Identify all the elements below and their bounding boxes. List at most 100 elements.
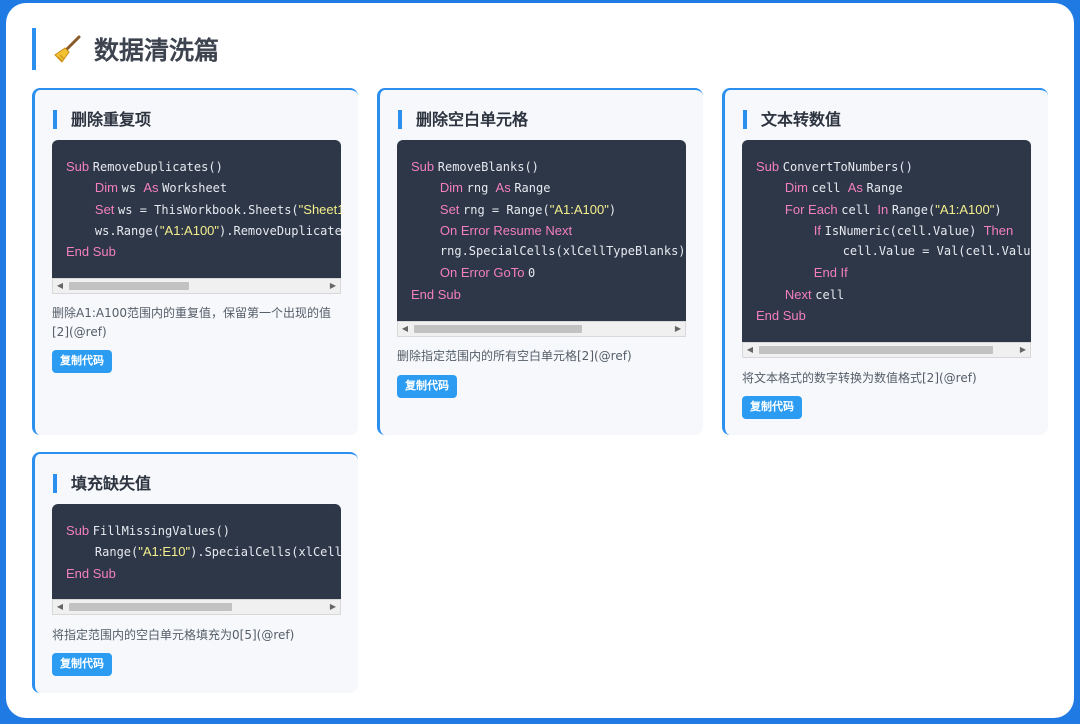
horizontal-scrollbar[interactable]: ◀ ▶ xyxy=(52,599,341,615)
code-line: Range("A1:E10").SpecialCells(xlCellTypeB… xyxy=(66,541,341,562)
card-description: 将指定范围内的空白单元格填充为0[5](@ref) xyxy=(52,628,295,642)
code-keyword: End Sub xyxy=(411,286,461,302)
card-title: 填充缺失值 xyxy=(53,474,151,493)
scroll-right-icon[interactable]: ▶ xyxy=(1016,343,1030,357)
code-text: ws xyxy=(121,181,144,196)
code-line: Set ws = ThisWorkbook.Sheets("Sheet1") xyxy=(66,199,341,220)
card-description: 删除指定范围内的所有空白单元格[2](@ref) xyxy=(397,349,632,363)
code-line: ws.Range("A1:A100").RemoveDuplicates Col… xyxy=(66,220,341,241)
code-string: "A1:E10" xyxy=(138,544,191,560)
horizontal-scrollbar[interactable]: ◀ ▶ xyxy=(397,321,686,337)
code-line: rng.SpecialCells(xlCellTypeBlanks).Delet… xyxy=(411,241,686,262)
code-keyword: If xyxy=(813,222,825,238)
code-line: Sub RemoveDuplicates() xyxy=(66,156,341,177)
code-text: ) xyxy=(608,202,617,217)
horizontal-scrollbar[interactable]: ◀ ▶ xyxy=(52,278,341,294)
code-line: Sub ConvertToNumbers() xyxy=(756,156,1031,177)
code-text: rng = Range( xyxy=(463,202,550,217)
code-line: End Sub xyxy=(66,241,341,262)
code-keyword: Dim xyxy=(439,180,467,196)
scroll-left-icon[interactable]: ◀ xyxy=(398,322,412,336)
code-block: Sub FillMissingValues() Range("A1:E10").… xyxy=(52,504,341,615)
code-text: cell xyxy=(811,181,848,196)
code-text: RemoveDuplicates() xyxy=(92,160,223,174)
code-keyword: End If xyxy=(813,265,848,281)
code-text: 0 xyxy=(528,266,536,281)
code-keyword: As xyxy=(143,180,163,196)
code-text: ) xyxy=(994,202,1002,217)
code-keyword: For Each xyxy=(784,201,842,217)
broom-icon xyxy=(54,35,81,63)
card-remove-duplicates: 删除重复项 Sub RemoveDuplicates() Dim ws As W… xyxy=(32,88,358,435)
code-keyword: Sub xyxy=(411,159,438,174)
code-string: "A1:A100" xyxy=(159,222,220,238)
card-text-to-number: 文本转数值 Sub ConvertToNumbers() Dim cell As… xyxy=(722,88,1048,435)
section-title: 数据清洗篇 xyxy=(94,36,220,65)
code-line: End Sub xyxy=(411,284,686,305)
code-keyword: Sub xyxy=(66,159,93,174)
card-title: 文本转数值 xyxy=(743,110,841,129)
code-block: Sub ConvertToNumbers() Dim cell As Range… xyxy=(742,140,1031,358)
code-line: Dim rng As Range xyxy=(411,177,686,198)
code-string: "A1:A100" xyxy=(549,201,609,217)
scrollbar-thumb[interactable] xyxy=(69,282,189,290)
code-text: ws = ThisWorkbook.Sheets( xyxy=(118,202,299,217)
code-block: Sub RemoveDuplicates() Dim ws As Workshe… xyxy=(52,140,341,294)
code-text: cell xyxy=(841,202,878,217)
code-line: End Sub xyxy=(66,563,341,584)
scroll-right-icon[interactable]: ▶ xyxy=(326,600,340,614)
code-keyword: Next xyxy=(784,286,816,302)
code-content: Sub RemoveBlanks() Dim rng As Range Set … xyxy=(397,140,686,321)
code-text: Worksheet xyxy=(162,181,228,196)
code-text: Range( xyxy=(891,202,936,217)
card-description: 将文本格式的数字转换为数值格式[2](@ref) xyxy=(742,371,977,385)
scroll-right-icon[interactable]: ▶ xyxy=(671,322,685,336)
scroll-left-icon[interactable]: ◀ xyxy=(53,279,67,293)
code-keyword: Set xyxy=(439,201,464,217)
code-keyword: Set xyxy=(94,201,119,217)
code-keyword: On Error GoTo xyxy=(439,265,529,281)
code-line: Set rng = Range("A1:A100") xyxy=(411,199,686,220)
code-string: "Sheet1" xyxy=(298,201,341,217)
copy-code-button[interactable]: 复制代码 xyxy=(52,653,112,676)
code-line: On Error GoTo 0 xyxy=(411,262,686,283)
code-keyword: Sub xyxy=(66,523,93,538)
code-text: ConvertToNumbers() xyxy=(782,160,913,174)
code-keyword: In xyxy=(877,201,892,217)
code-keyword: As xyxy=(847,180,867,196)
copy-code-button[interactable]: 复制代码 xyxy=(397,375,457,398)
scroll-left-icon[interactable]: ◀ xyxy=(53,600,67,614)
code-keyword: Sub xyxy=(756,159,783,174)
scroll-right-icon[interactable]: ▶ xyxy=(326,279,340,293)
code-text: cell xyxy=(815,287,845,302)
scrollbar-thumb[interactable] xyxy=(759,346,993,354)
code-string: "A1:A100" xyxy=(935,201,995,217)
horizontal-scrollbar[interactable]: ◀ ▶ xyxy=(742,342,1031,358)
code-block: Sub RemoveBlanks() Dim rng As Range Set … xyxy=(397,140,686,337)
code-line: For Each cell In Range("A1:A100") xyxy=(756,199,1031,220)
scrollbar-thumb[interactable] xyxy=(69,603,232,611)
copy-code-button[interactable]: 复制代码 xyxy=(52,350,112,373)
code-text: rng.SpecialCells(xlCellTypeBlanks).Delet… xyxy=(439,244,686,259)
code-keyword: As xyxy=(495,180,515,196)
code-keyword: Dim xyxy=(94,180,122,196)
copy-code-button[interactable]: 复制代码 xyxy=(742,396,802,419)
scrollbar-thumb[interactable] xyxy=(414,325,582,333)
card-fill-missing: 填充缺失值 Sub FillMissingValues() Range("A1:… xyxy=(32,452,358,693)
section-header: 数据清洗篇 xyxy=(32,28,219,70)
code-keyword: Dim xyxy=(784,180,812,196)
code-keyword: End Sub xyxy=(756,308,806,324)
scroll-left-icon[interactable]: ◀ xyxy=(743,343,757,357)
code-text: ).SpecialCells(xlCellTypeBlanks).Value =… xyxy=(190,545,341,560)
code-line: End If xyxy=(756,262,1031,283)
card-remove-blanks: 删除空白单元格 Sub RemoveBlanks() Dim rng As Ra… xyxy=(377,88,703,435)
